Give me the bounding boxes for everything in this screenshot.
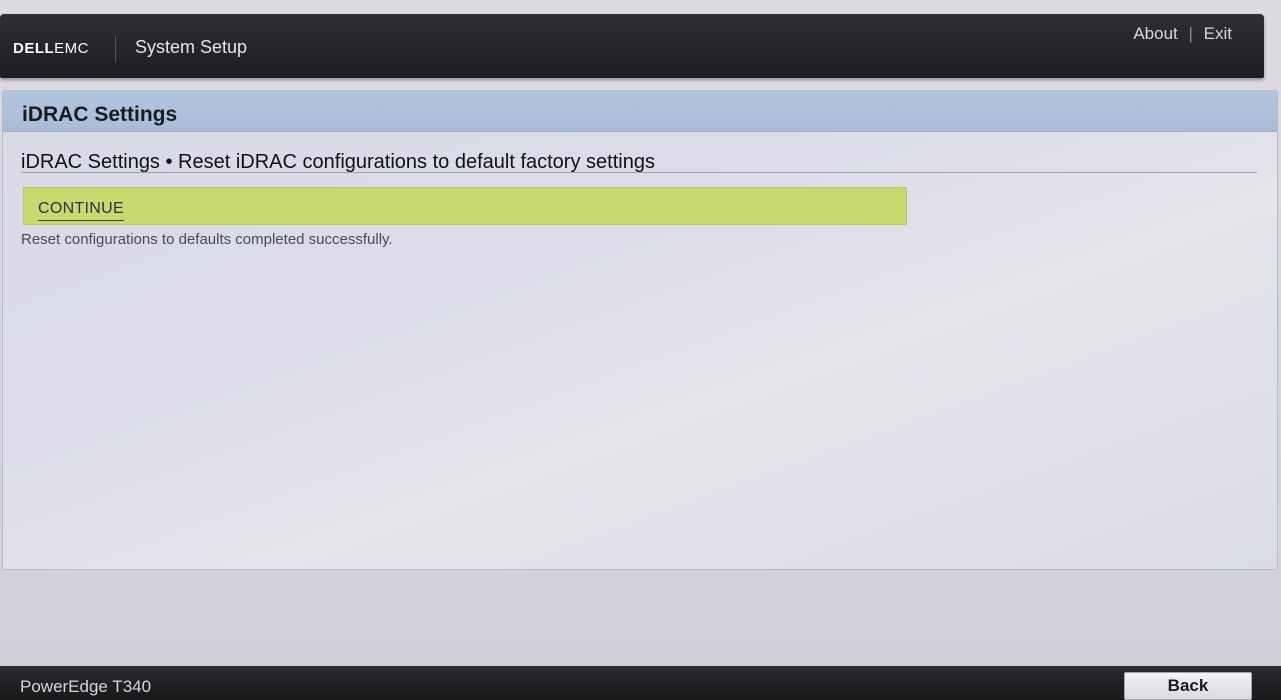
dell-emc-logo: DELLEMC — [13, 40, 89, 57]
header-divider — [115, 36, 116, 62]
settings-panel: iDRAC Settings iDRAC Settings • Reset iD… — [2, 90, 1278, 570]
back-button[interactable]: Back — [1124, 672, 1252, 700]
status-message: Reset configurations to defaults complet… — [21, 231, 393, 248]
top-header-bar: DELLEMC System Setup About | Exit — [0, 14, 1264, 78]
brand-emc-text: EMC — [54, 40, 90, 57]
link-separator: | — [1188, 24, 1193, 43]
app-title: System Setup — [135, 37, 248, 57]
continue-label: CONTINUE — [38, 200, 124, 221]
footer-bar: PowerEdge T340 Back — [0, 666, 1281, 700]
panel-header: iDRAC Settings — [3, 91, 1277, 132]
panel-title: iDRAC Settings — [22, 103, 178, 126]
brand-dell-text: DELL — [13, 40, 55, 57]
exit-link[interactable]: Exit — [1204, 24, 1232, 43]
continue-button[interactable]: CONTINUE — [23, 187, 907, 225]
system-model: PowerEdge T340 — [20, 677, 152, 696]
page-heading: iDRAC Settings • Reset iDRAC configurati… — [21, 151, 655, 173]
heading-divider — [21, 172, 1257, 173]
about-link[interactable]: About — [1133, 24, 1177, 43]
header-links: About | Exit — [1133, 24, 1232, 44]
